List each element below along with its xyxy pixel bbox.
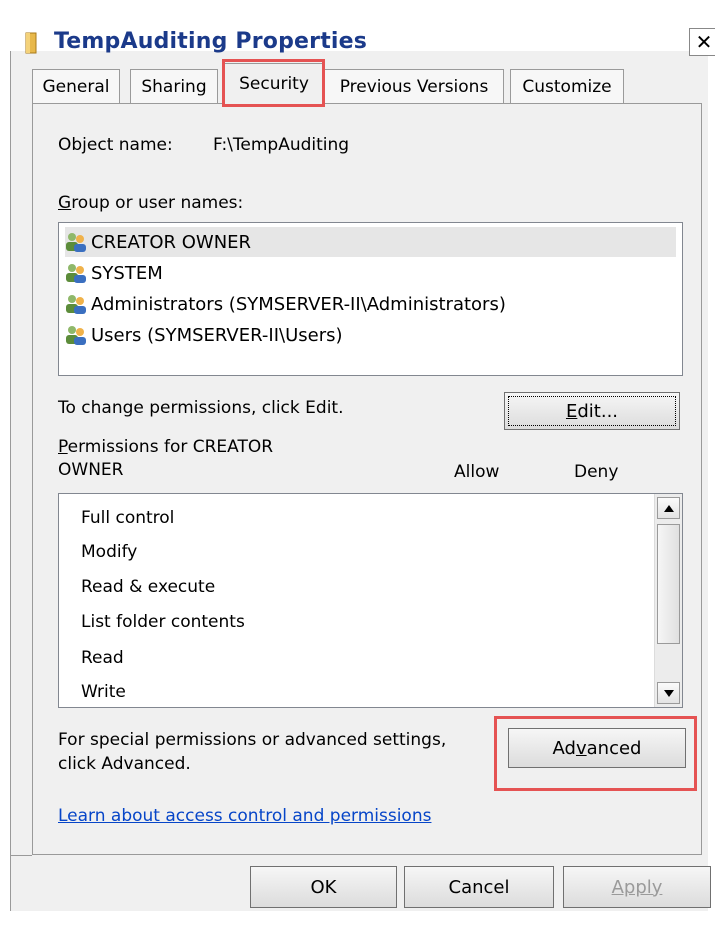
close-icon: ✕ [695,30,713,54]
scroll-down-button[interactable] [657,682,680,704]
permissions-list[interactable]: Full control Modify Read & execute List … [58,493,683,708]
object-name-value: F:\TempAuditing [213,135,350,155]
permissions-for-label: Permissions for CREATOR [58,437,274,457]
permission-row-read-execute: Read & execute [81,577,216,597]
window-title: TempAuditing Properties [54,29,368,54]
permissions-for-label-line2: OWNER [58,460,124,480]
object-name-label: Object name: [58,135,173,155]
permission-row-write: Write [81,682,126,702]
close-button[interactable]: ✕ [689,28,715,56]
edit-button[interactable]: Edit... [504,392,680,430]
users-group-icon [66,264,86,283]
change-permissions-text: To change permissions, click Edit. [58,398,344,418]
special-permissions-text-line2: click Advanced. [58,754,191,774]
cancel-button[interactable]: Cancel [404,866,554,908]
deny-column-header: Deny [574,462,619,482]
tab-previous-versions[interactable]: Previous Versions [324,69,504,103]
list-item-system[interactable]: SYSTEM [65,258,163,288]
tab-sharing[interactable]: Sharing [130,69,218,103]
group-names-label: Group or user names: [58,193,244,213]
allow-column-header: Allow [454,462,500,482]
list-item-users[interactable]: Users (SYMSERVER-II\Users) [65,320,343,350]
arrow-down-icon [663,689,674,697]
users-group-icon [66,326,86,345]
apply-button[interactable]: Apply [563,866,711,908]
tab-security[interactable]: Security [224,63,324,104]
dialog-divider [10,855,32,856]
ok-button[interactable]: OK [250,866,397,908]
learn-access-control-link[interactable]: Learn about access control and permissio… [58,806,431,826]
special-permissions-text-line1: For special permissions or advanced sett… [58,730,447,750]
scroll-up-button[interactable] [657,497,680,519]
permission-row-modify: Modify [81,542,138,562]
permission-row-list-folder-contents: List folder contents [81,612,245,632]
list-item-creator-owner[interactable]: CREATOR OWNER [65,227,676,257]
permission-row-read: Read [81,648,124,668]
permissions-scrollbar[interactable] [654,494,682,707]
users-group-icon [66,233,86,252]
user-list[interactable]: CREATOR OWNER SYSTEM Administrators (SYM… [58,222,683,376]
list-item-administrators[interactable]: Administrators (SYMSERVER-II\Administrat… [65,289,506,319]
title-bar[interactable]: TempAuditing Properties ✕ [10,11,715,56]
permission-row-full-control: Full control [81,508,175,528]
folder-icon [25,32,37,54]
tab-general[interactable]: General [32,69,120,103]
advanced-button[interactable]: Ad v anced [508,728,686,768]
tab-customize[interactable]: Customize [510,69,624,103]
arrow-up-icon [663,504,674,512]
scroll-thumb[interactable] [657,524,680,644]
users-group-icon [66,295,86,314]
